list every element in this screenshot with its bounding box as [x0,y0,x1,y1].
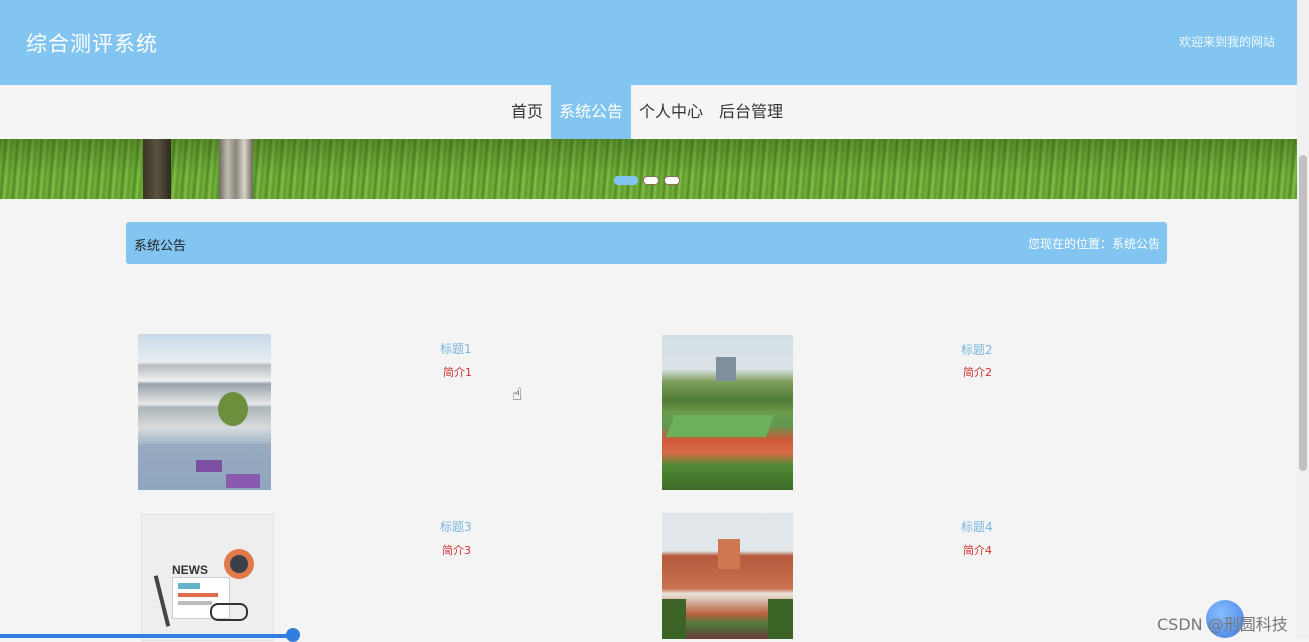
site-title[interactable]: 综合测评系统 [26,28,158,58]
notice-desc: 简介4 [963,544,992,557]
pen-icon [153,575,171,627]
video-progress-bar[interactable] [0,634,293,638]
breadcrumb: 您现在的位置：系统公告 [1027,237,1160,251]
glasses-icon [210,603,248,621]
tree-trunk [219,139,253,199]
scrollbar-thumb[interactable] [1299,155,1307,471]
main-nav: 首页 系统公告 个人中心 后台管理 [0,85,1297,139]
notice-title[interactable]: 标题1 [440,340,472,357]
carousel-dot-1[interactable] [614,176,638,185]
section-header-bar: 系统公告 您现在的位置：系统公告 [126,222,1167,264]
notice-title[interactable]: 标题4 [961,518,993,535]
notice-image-running-track[interactable] [662,335,793,490]
notice-desc: 简介3 [442,544,471,557]
nav-item-home[interactable]: 首页 [503,85,551,139]
carousel-dot-2[interactable] [643,176,659,185]
carousel-dot-3[interactable] [664,176,680,185]
notice-title[interactable]: 标题3 [440,518,472,535]
hand-pointer-icon: ☝ [512,385,523,405]
site-header: 综合测评系统 欢迎来到我的网站 [0,0,1297,85]
nav-item-notices[interactable]: 系统公告 [551,85,632,139]
notice-desc: 简介1 [443,366,472,379]
welcome-text: 欢迎来到我的网站 [1178,35,1275,49]
section-title: 系统公告 [134,239,187,254]
notice-image-news-illustration[interactable]: NEWS [141,514,274,641]
tree-trunk [143,139,171,199]
watermark-text: CSDN @刑圆科技 [1157,615,1288,634]
notice-desc: 简介2 [963,366,992,379]
notice-image-campus-courtyard[interactable] [138,334,271,490]
notice-title[interactable]: 标题2 [961,341,993,358]
news-label: NEWS [172,563,208,577]
progress-knob[interactable] [286,628,300,642]
nav-item-profile[interactable]: 个人中心 [631,85,711,139]
nav-item-admin[interactable]: 后台管理 [711,85,791,139]
banner-carousel[interactable] [0,139,1297,199]
notice-image-school-building[interactable] [662,513,793,639]
carousel-indicators [614,176,680,185]
